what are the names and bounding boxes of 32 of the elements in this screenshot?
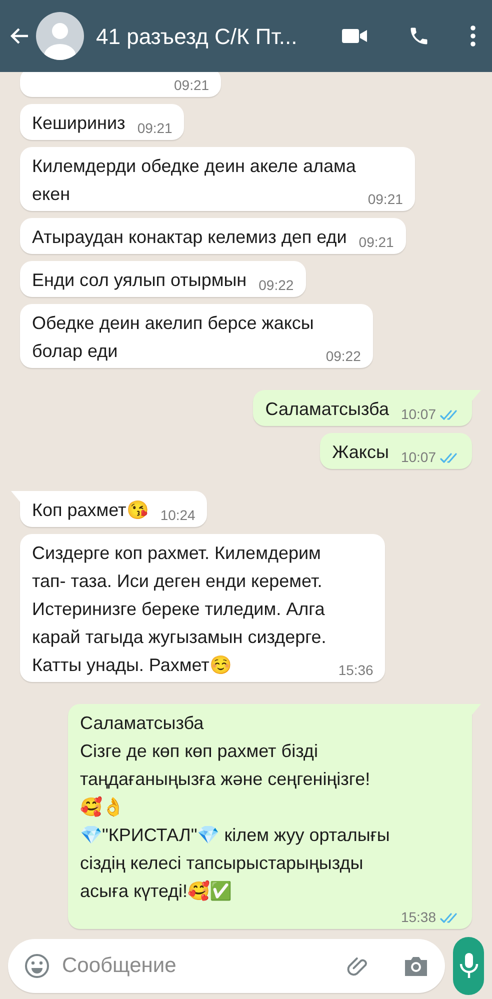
- message-text: Сиздерге коп рахмет. Килемдерим тап- таза. Иси деген енди керемет. Истеринизге береке тиледим. Алга карай тагыда жугызамын сиздерге. Катты унады. Рахмет☺: [32, 542, 326, 677]
- message-time: 09:21: [358, 233, 394, 252]
- message-text: Обедке деин акелип берсе жаксы болар еди: [32, 312, 314, 363]
- message-time: 09:21: [174, 76, 210, 95]
- video-camera-icon[interactable]: [342, 27, 368, 45]
- emoji-icon[interactable]: [24, 953, 50, 979]
- more-options-icon[interactable]: [470, 25, 476, 47]
- message-text: Атыраудан конактар келемиз деп еди: [32, 226, 347, 249]
- chat-title[interactable]: 41 разъезд С/К Пт...: [96, 20, 298, 52]
- message-time: 10:24: [160, 506, 196, 525]
- message-text: Коп рахмет😘: [32, 499, 148, 522]
- camera-icon[interactable]: [403, 954, 429, 978]
- message-time: 10:07: [400, 405, 436, 424]
- microphone-icon: [458, 952, 480, 980]
- message-text: Енди сол уялып отырмын: [32, 269, 247, 292]
- microphone-button[interactable]: [453, 937, 484, 995]
- message-text: Саламатсызба: [265, 398, 389, 421]
- message-text: Кешириниз: [32, 112, 126, 135]
- message-time: 10:07: [400, 448, 436, 467]
- phone-icon[interactable]: [408, 25, 430, 47]
- message-field[interactable]: Сообщение: [62, 950, 333, 982]
- message-time: 09:21: [368, 190, 403, 209]
- message-time: 09:22: [258, 276, 294, 295]
- avatar-icon[interactable]: [36, 12, 84, 60]
- message-time: 09:22: [326, 347, 361, 366]
- message-time: 15:38: [400, 908, 436, 927]
- message-text: Килемдерди обедке деин акеле алама екен: [32, 155, 356, 206]
- message-text: Жаксы: [332, 441, 389, 464]
- message-time: 09:21: [137, 119, 172, 138]
- message-input[interactable]: Сообщение: [8, 939, 445, 993]
- message-time: 15:36: [338, 661, 374, 680]
- message-text: Саламатсызба Сізге де көп көп рахмет бізді таңдағаныңызға және сеңгеніңізге! 🥰👌 💎"КРИСТАЛ"💎 кілем жуу орталығы сіздің келесі тапсырыстарыңызды асыға күтеді!🥰✅: [80, 712, 390, 903]
